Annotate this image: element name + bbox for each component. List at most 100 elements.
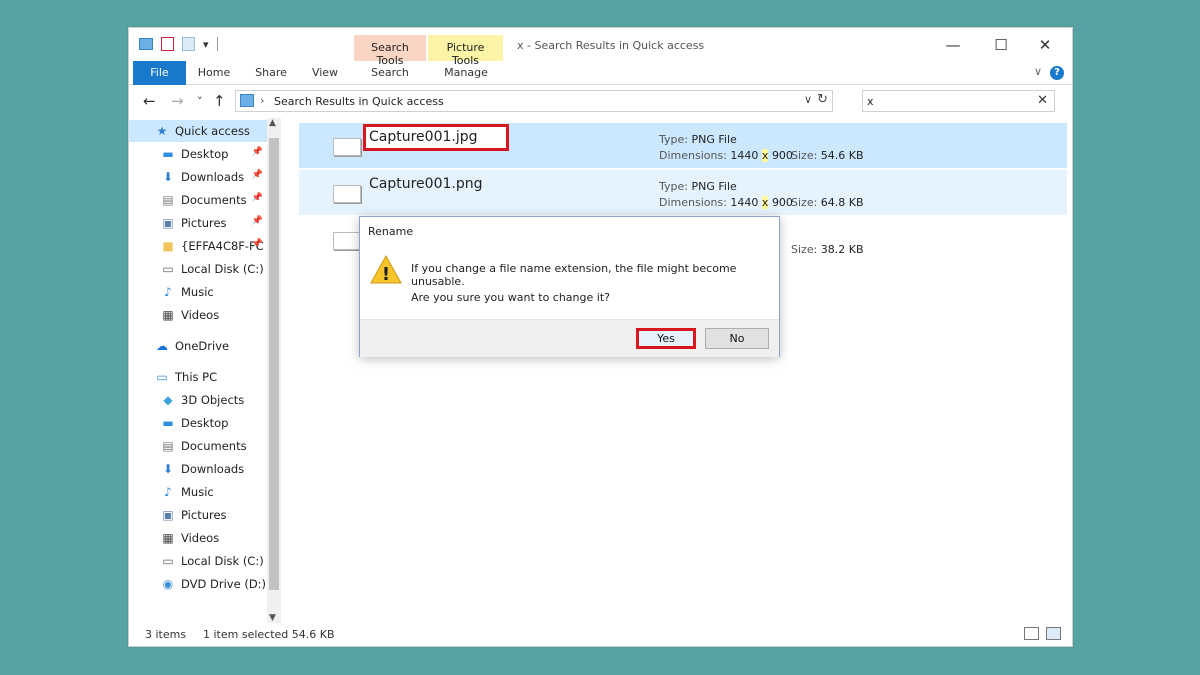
size-label: Size: <box>791 196 818 209</box>
sidebar-item[interactable]: ⬇ Downloads <box>129 458 267 480</box>
address-path[interactable]: Search Results in Quick access <box>274 95 444 108</box>
details-view-icon[interactable] <box>1024 627 1039 640</box>
close-button[interactable]: ✕ <box>1035 36 1055 54</box>
pin-icon[interactable]: 📌 <box>252 239 263 249</box>
dialog-question: Are you sure you want to change it? <box>411 291 610 304</box>
folder-icon[interactable] <box>139 38 153 50</box>
tab-home[interactable]: Home <box>193 61 235 85</box>
sidebar-item[interactable]: ▭ Local Disk (C:) <box>129 550 267 572</box>
title-bar: ▾ Search Tools Picture Tools x - Search … <box>129 28 1072 67</box>
search-box[interactable]: ✕ <box>862 90 1055 112</box>
file-type: Type: PNG File <box>659 180 737 193</box>
sidebar-item[interactable]: ■ {EFFA4C8F-FC 📌 <box>129 235 267 257</box>
search-input[interactable] <box>867 93 1027 109</box>
sidebar-item-label: Videos <box>181 531 220 545</box>
folder-icon: ■ <box>162 238 174 253</box>
videos-icon: ▦ <box>162 307 174 322</box>
tab-share[interactable]: Share <box>251 61 291 85</box>
file-row[interactable]: Capture001.jpg Type: PNG File Dimensions… <box>299 123 1067 168</box>
up-icon[interactable]: ↑ <box>213 92 226 110</box>
sidebar-item[interactable]: ♪ Music <box>129 281 267 303</box>
pin-icon[interactable]: 📌 <box>252 216 263 226</box>
sidebar-item-label: Desktop <box>181 147 229 161</box>
sidebar-item[interactable]: ▤ Documents 📌 <box>129 189 267 211</box>
sidebar-item[interactable]: ▤ Documents <box>129 435 267 457</box>
navigation-pane-scrollbar[interactable]: ▲ ▼ <box>267 118 281 623</box>
warning-icon: ! <box>370 254 402 285</box>
file-row[interactable]: Capture001.png Type: PNG File Dimensions… <box>299 170 1067 215</box>
sidebar-item[interactable]: ♪ Music <box>129 481 267 503</box>
disk-icon: ▭ <box>162 261 174 276</box>
sidebar-item-label: Downloads <box>181 462 245 476</box>
tab-manage[interactable]: Manage <box>441 61 491 85</box>
sidebar-item[interactable]: ▬ Desktop 📌 <box>129 143 267 165</box>
dialog-title: Rename <box>368 225 414 238</box>
yes-button[interactable]: Yes <box>636 328 696 349</box>
recent-locations-icon[interactable]: ˅ <box>197 95 203 108</box>
sidebar-item[interactable]: ◆ 3D Objects <box>129 389 267 411</box>
sidebar-item[interactable]: ▣ Pictures 📌 <box>129 212 267 234</box>
sidebar-item-label: Pictures <box>181 508 227 522</box>
file-type: Type: PNG File <box>659 133 737 146</box>
tab-search[interactable]: Search <box>367 61 413 85</box>
clear-search-icon[interactable]: ✕ <box>1037 93 1048 108</box>
onedrive-icon: ☁ <box>156 338 168 353</box>
file-name[interactable]: Capture001.jpg <box>369 129 478 145</box>
pin-icon[interactable]: 📌 <box>252 193 263 203</box>
dimensions-height: 900 <box>771 149 793 162</box>
refresh-icon[interactable]: ↻ <box>817 92 828 107</box>
sidebar-item[interactable]: ★ Quick access <box>129 120 267 142</box>
sidebar-item[interactable]: ▣ Pictures <box>129 504 267 526</box>
disk-icon: ▭ <box>162 553 174 568</box>
sidebar-item-label: Documents <box>181 439 247 453</box>
sidebar-item-label: Music <box>181 485 214 499</box>
minimize-button[interactable]: — <box>943 36 963 54</box>
sidebar-item[interactable]: ▦ Videos <box>129 304 267 326</box>
scrollbar-thumb[interactable] <box>269 138 279 590</box>
back-icon[interactable]: ← <box>143 92 156 110</box>
tab-file[interactable]: File <box>133 61 186 85</box>
sidebar-item-label: Documents <box>181 193 247 207</box>
collapse-ribbon-icon[interactable]: ∨ <box>1034 65 1042 78</box>
desktop-icon: ▬ <box>162 146 174 161</box>
scroll-up-icon[interactable]: ▲ <box>269 118 276 128</box>
image-file-icon <box>333 185 361 203</box>
sidebar-item[interactable]: ☁ OneDrive <box>129 335 267 357</box>
pin-icon[interactable]: 📌 <box>252 147 263 157</box>
maximize-button[interactable]: ☐ <box>991 36 1011 54</box>
sidebar-item[interactable]: ⬇ Downloads 📌 <box>129 166 267 188</box>
videos-icon: ▦ <box>162 530 174 545</box>
sidebar-item[interactable]: ▭ This PC <box>129 366 267 388</box>
address-bar[interactable]: › Search Results in Quick access ∨ ↻ <box>235 90 833 112</box>
properties-icon[interactable] <box>161 37 174 51</box>
location-folder-icon <box>240 94 254 107</box>
documents-icon: ▤ <box>162 438 174 453</box>
help-icon[interactable]: ? <box>1050 66 1064 80</box>
sidebar-item-label: Pictures <box>181 216 227 230</box>
file-list: Capture001.jpg Type: PNG File Dimensions… <box>299 123 1067 618</box>
sidebar-item-label: DVD Drive (D:) C <box>181 577 267 591</box>
size-label: Size: <box>791 149 818 162</box>
new-folder-icon[interactable] <box>182 37 195 51</box>
type-value: PNG File <box>691 180 737 193</box>
address-dropdown-icon[interactable]: ∨ <box>804 93 812 106</box>
scroll-down-icon[interactable]: ▼ <box>269 613 276 623</box>
customize-toolbar-icon[interactable]: ▾ <box>203 38 209 51</box>
file-name[interactable]: Capture001.png <box>369 176 482 192</box>
sidebar-item-label: Videos <box>181 308 220 322</box>
sidebar-item[interactable]: ▬ Desktop <box>129 412 267 434</box>
breadcrumb-arrow-icon[interactable]: › <box>260 94 264 107</box>
no-button[interactable]: No <box>705 328 769 349</box>
pin-icon[interactable]: 📌 <box>252 170 263 180</box>
ribbon-tabs: File Home Share View Search Manage ∨ ? <box>129 61 1072 85</box>
sidebar-item[interactable]: ▦ Videos <box>129 527 267 549</box>
sidebar-item[interactable]: ◉ DVD Drive (D:) C <box>129 573 267 595</box>
large-icons-view-icon[interactable] <box>1046 627 1061 640</box>
tab-view[interactable]: View <box>307 61 343 85</box>
sidebar-item[interactable]: ▭ Local Disk (C:) <box>129 258 267 280</box>
pictures-icon: ▣ <box>162 507 174 522</box>
dimensions-label: Dimensions: <box>659 196 727 209</box>
file-dimensions: Dimensions: 1440 x 900 <box>659 196 793 209</box>
dimensions-width: 1440 <box>730 196 759 209</box>
forward-icon[interactable]: → <box>171 92 184 110</box>
